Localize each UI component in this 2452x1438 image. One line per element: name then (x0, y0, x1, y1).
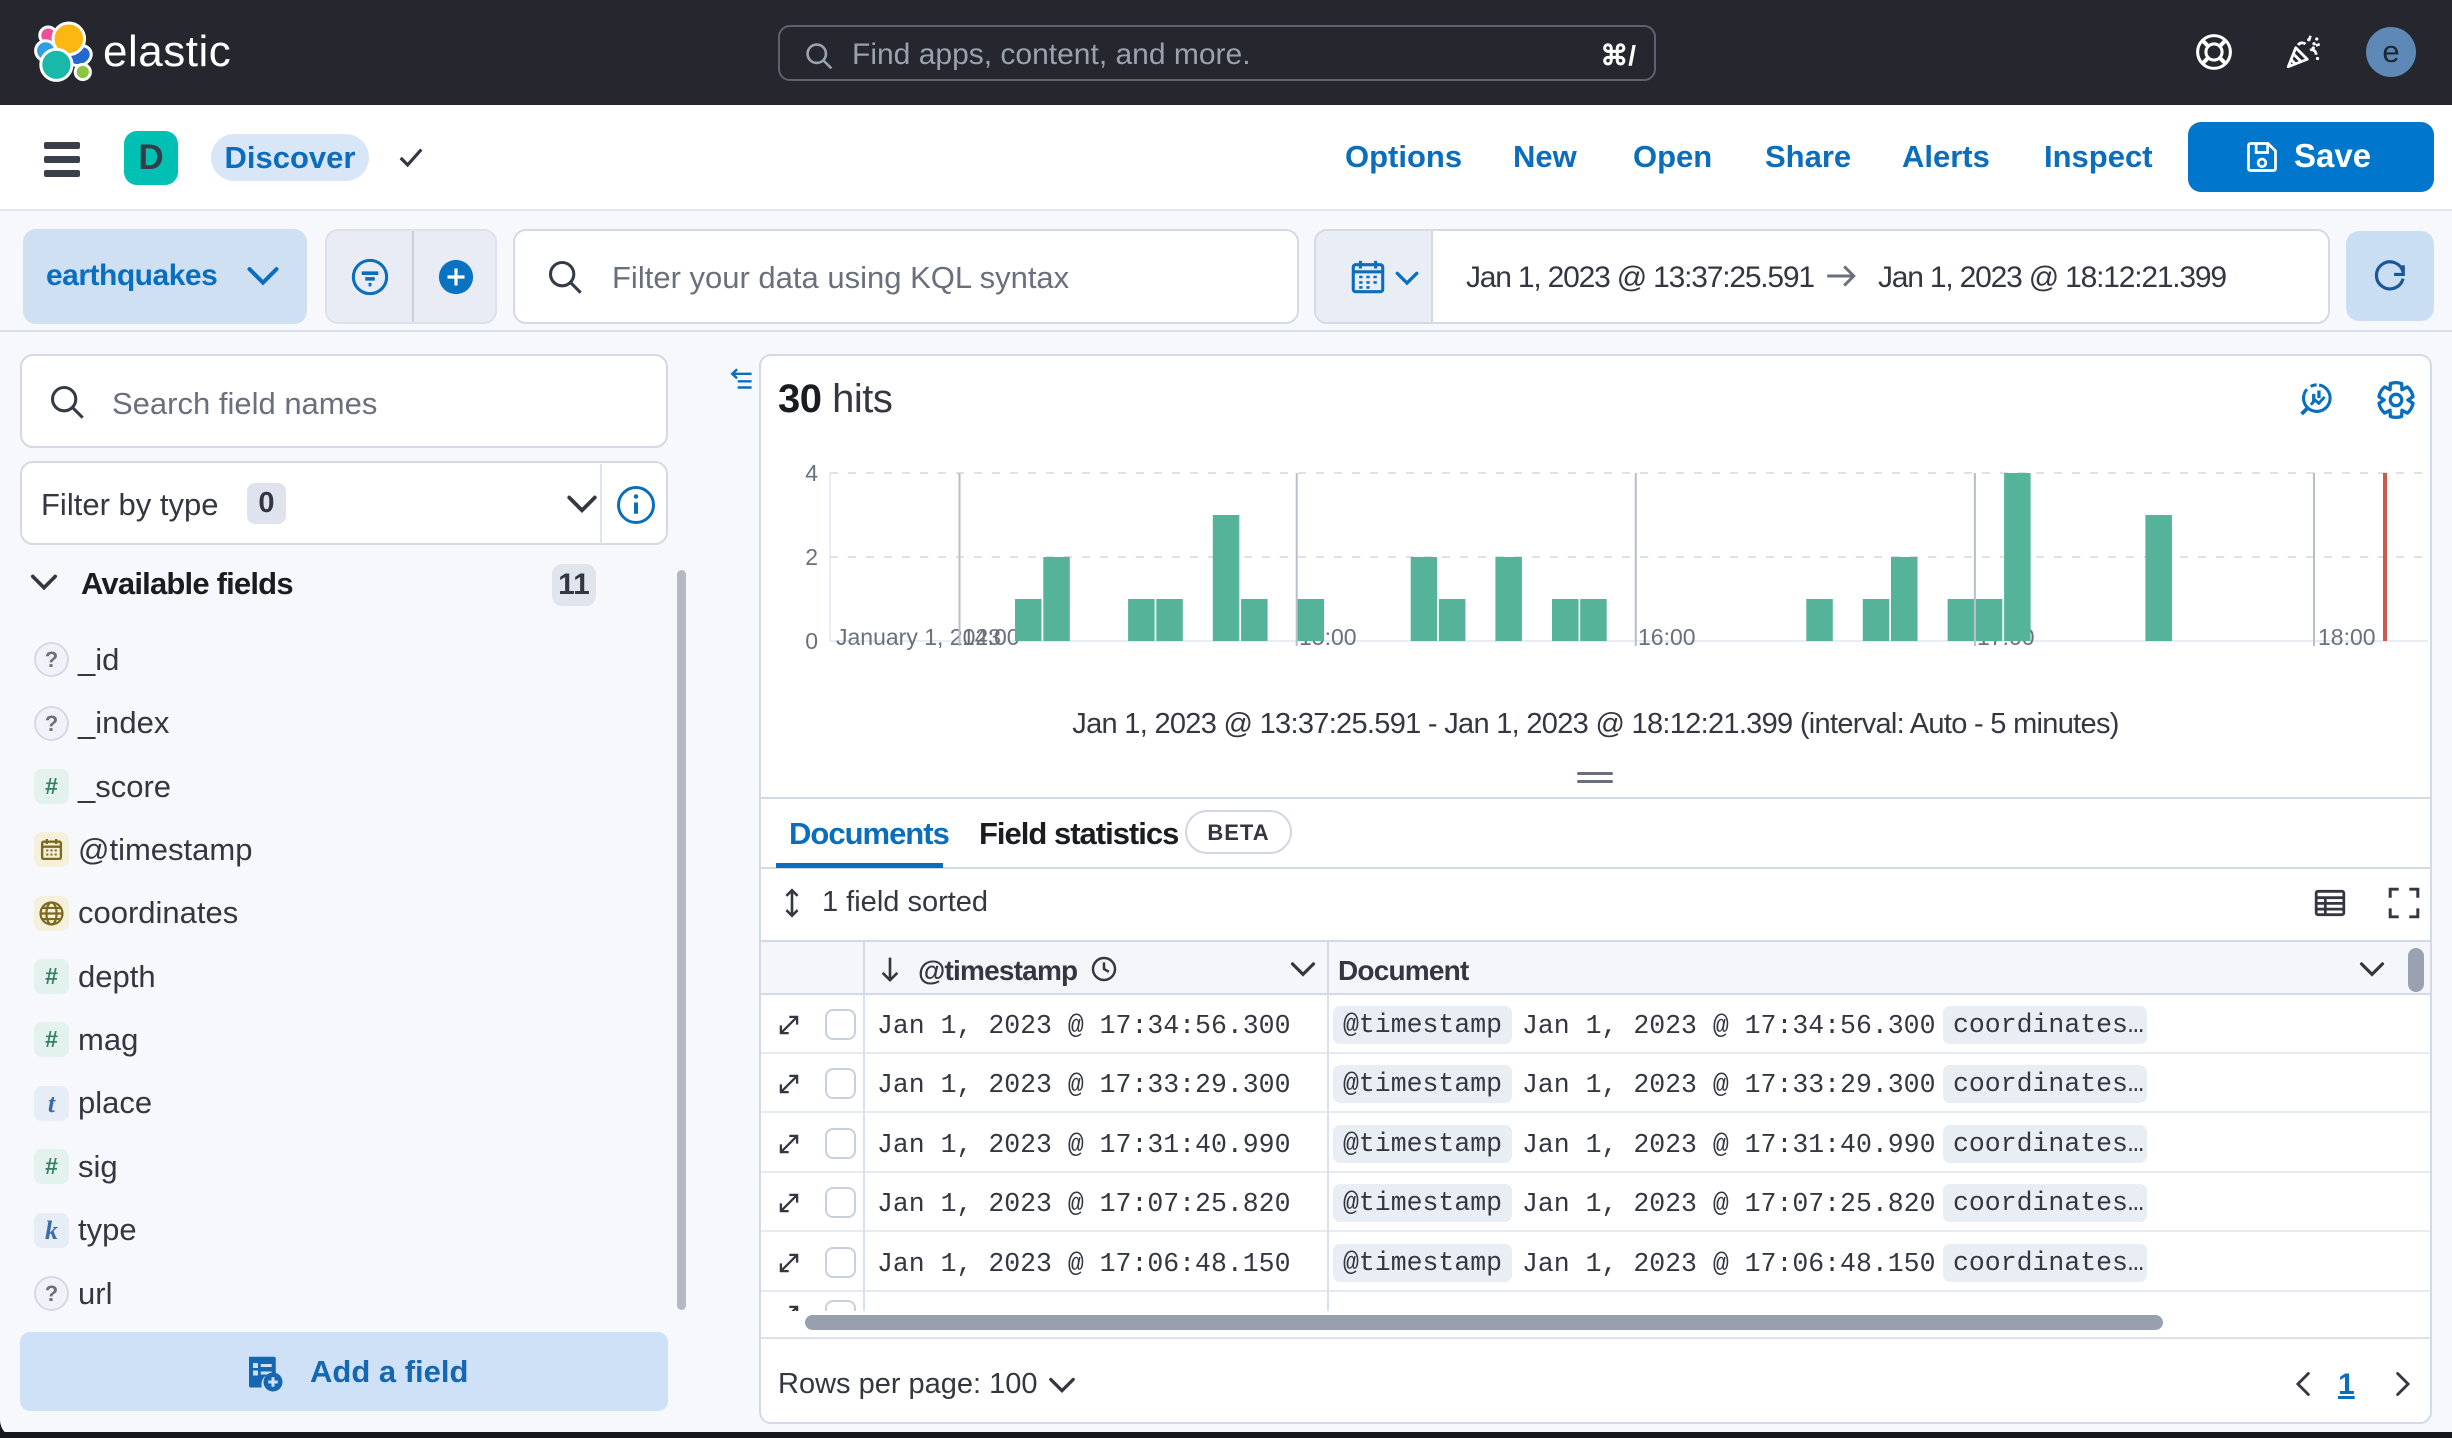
svg-text:2: 2 (805, 544, 818, 570)
svg-text:18:00: 18:00 (2318, 624, 2376, 650)
svg-text:4: 4 (805, 460, 818, 486)
svg-text:0: 0 (805, 628, 818, 654)
svg-text:16:00: 16:00 (1638, 624, 1696, 650)
svg-text:14:00: 14:00 (962, 624, 1020, 650)
